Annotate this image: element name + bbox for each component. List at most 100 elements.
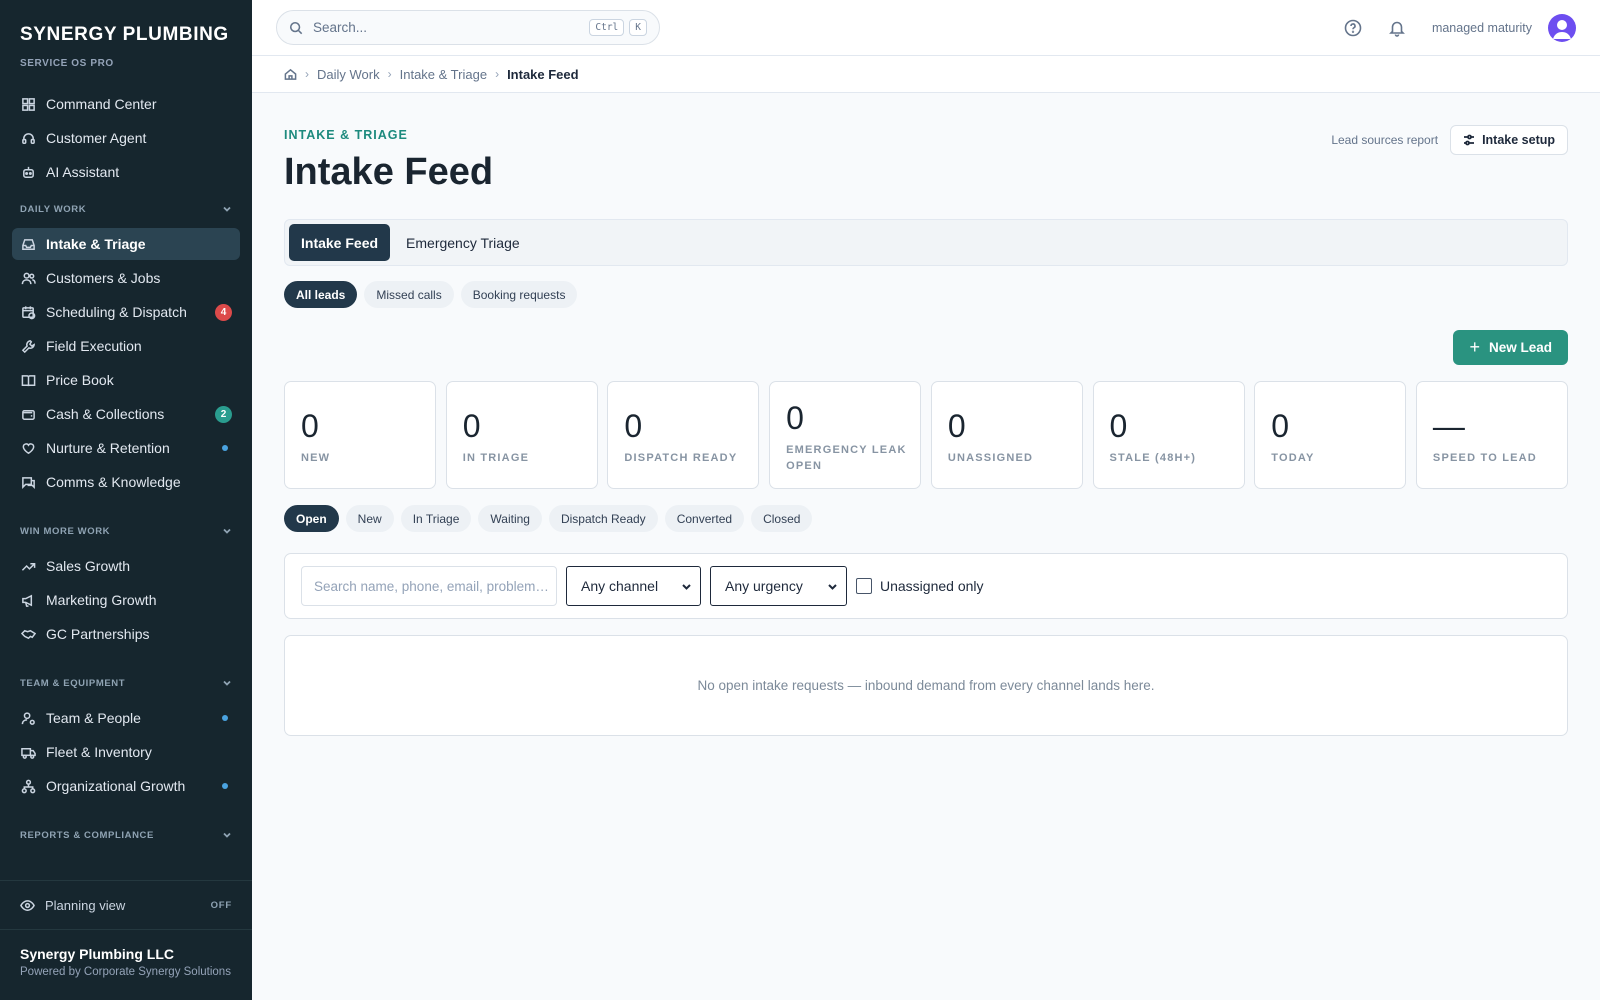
company-powered-by: Powered by Corporate Synergy Solutions <box>20 966 231 978</box>
status-dot <box>222 715 228 721</box>
grid-icon <box>20 96 36 112</box>
topbar-actions: managed maturity <box>1344 0 1576 56</box>
tab-intake-feed[interactable]: Intake Feed <box>289 224 391 261</box>
planning-view-state: OFF <box>210 899 232 911</box>
sidebar-item-label: Nurture & Retention <box>46 440 170 456</box>
breadcrumb-intake-triage[interactable]: Intake & Triage <box>400 67 487 82</box>
bell-icon[interactable] <box>1388 19 1406 37</box>
stat-card-unassigned[interactable]: 0 UNASSIGNED <box>930 381 1083 489</box>
org-chart-icon <box>20 778 36 794</box>
shortcut-key-ctrl: Ctrl <box>589 19 625 36</box>
headset-icon <box>20 130 36 146</box>
home-icon[interactable] <box>284 68 297 81</box>
sidebar-item-ai-assistant[interactable]: AI Assistant <box>12 156 240 188</box>
pill-converted[interactable]: Converted <box>664 505 745 532</box>
stat-card-emergency-leak-open[interactable]: 0 EMERGENCY LEAK OPEN <box>769 381 922 489</box>
sidebar-item-field-execution[interactable]: Field Execution <box>12 330 240 362</box>
channel-select[interactable]: Any channel <box>566 566 701 606</box>
sidebar-item-organizational-growth[interactable]: Organizational Growth <box>12 770 240 802</box>
breadcrumb-current: Intake Feed <box>507 66 579 82</box>
sidebar-item-cash-collections[interactable]: Cash & Collections 2 <box>12 398 240 430</box>
sidebar-item-customers-jobs[interactable]: Customers & Jobs <box>12 262 240 294</box>
sidebar-item-marketing-growth[interactable]: Marketing Growth <box>12 584 240 616</box>
stat-value: — <box>1432 408 1465 444</box>
section-win-more-work[interactable]: WIN MORE WORK <box>12 516 240 546</box>
robot-icon <box>20 164 36 180</box>
sidebar-item-label: Fleet & Inventory <box>46 744 152 760</box>
stat-value: 0 <box>624 408 643 444</box>
pill-missed-calls[interactable]: Missed calls <box>364 281 454 308</box>
sidebar-item-scheduling-dispatch[interactable]: Scheduling & Dispatch 4 <box>12 296 240 328</box>
global-search[interactable]: Search... Ctrl K <box>276 10 660 45</box>
stat-card-in-triage[interactable]: 0 IN TRIAGE <box>445 381 598 489</box>
search-input[interactable]: Search... <box>313 20 584 35</box>
avatar[interactable] <box>1548 14 1576 42</box>
status-dot <box>222 445 228 451</box>
section-reports-compliance[interactable]: REPORTS & COMPLIANCE <box>12 820 240 850</box>
section-daily-work[interactable]: DAILY WORK <box>12 194 240 224</box>
stat-label: EMERGENCY LEAK OPEN <box>786 444 907 472</box>
search-icon <box>289 21 303 34</box>
page-eyebrow: INTAKE & TRIAGE <box>284 128 408 142</box>
sidebar-item-comms-knowledge[interactable]: Comms & Knowledge <box>12 466 240 498</box>
book-icon <box>20 372 36 388</box>
breadcrumb-daily-work[interactable]: Daily Work <box>317 67 380 82</box>
stat-card-dispatch-ready[interactable]: 0 DISPATCH READY <box>607 381 760 489</box>
chevron-down-icon <box>828 583 837 590</box>
urgency-select[interactable]: Any urgency <box>710 566 847 606</box>
planning-view-toggle[interactable]: Planning view OFF <box>0 880 252 930</box>
stat-card-stale[interactable]: 0 STALE (48H+) <box>1092 381 1245 489</box>
lead-search-input[interactable]: Search name, phone, email, problem… <box>301 566 557 606</box>
sidebar-item-team-people[interactable]: Team & People <box>12 702 240 734</box>
trending-up-icon <box>20 558 36 574</box>
pill-open[interactable]: Open <box>284 505 339 532</box>
plus-icon: + <box>1469 337 1480 357</box>
help-icon[interactable] <box>1344 19 1362 37</box>
user-gear-icon <box>20 710 36 726</box>
brand: SYNERGY PLUMBING ... SERVICE OS PRO <box>0 0 252 69</box>
section-team-equipment[interactable]: TEAM & EQUIPMENT <box>12 668 240 698</box>
new-lead-button[interactable]: + New Lead <box>1453 330 1568 365</box>
unassigned-only-label[interactable]: Unassigned only <box>880 578 984 594</box>
section-label: REPORTS & COMPLIANCE <box>20 829 154 841</box>
pill-waiting[interactable]: Waiting <box>478 505 542 532</box>
stat-label: IN TRIAGE <box>462 452 530 464</box>
pill-dispatch-ready[interactable]: Dispatch Ready <box>548 505 658 532</box>
lead-sources-report-link[interactable]: Lead sources report <box>1331 133 1438 147</box>
sidebar-item-label: Customers & Jobs <box>46 270 161 286</box>
stat-card-speed-to-lead[interactable]: — SPEED TO LEAD <box>1415 381 1568 489</box>
sidebar-item-label: Customer Agent <box>46 130 147 146</box>
stat-card-today[interactable]: 0 TODAY <box>1254 381 1407 489</box>
stat-card-new[interactable]: 0 NEW <box>284 381 436 489</box>
tab-emergency-triage[interactable]: Emergency Triage <box>394 224 532 261</box>
inbox-icon <box>20 236 36 252</box>
sliders-icon <box>1464 134 1475 146</box>
stat-label: DISPATCH READY <box>624 452 738 464</box>
sidebar-item-fleet-inventory[interactable]: Fleet & Inventory <box>12 736 240 768</box>
pill-booking-requests[interactable]: Booking requests <box>460 281 578 308</box>
unassigned-only-checkbox[interactable] <box>856 578 872 594</box>
sidebar-item-sales-growth[interactable]: Sales Growth <box>12 550 240 582</box>
user-name[interactable]: managed maturity <box>1432 21 1532 35</box>
chat-icon <box>20 474 36 490</box>
sidebar-item-price-book[interactable]: Price Book <box>12 364 240 396</box>
stat-label: SPEED TO LEAD <box>1432 452 1537 464</box>
sidebar-item-customer-agent[interactable]: Customer Agent <box>12 122 240 154</box>
sidebar-item-label: AI Assistant <box>46 164 120 180</box>
stat-value: 0 <box>1109 408 1128 444</box>
sidebar-item-label: Team & People <box>46 710 141 726</box>
sidebar-item-label: Scheduling & Dispatch <box>46 304 187 320</box>
sidebar-item-gc-partnerships[interactable]: GC Partnerships <box>12 618 240 650</box>
sidebar-item-command-center[interactable]: Command Center <box>12 88 240 120</box>
pill-closed[interactable]: Closed <box>751 505 813 532</box>
chevron-down-icon <box>223 206 231 212</box>
sidebar-item-nurture-retention[interactable]: Nurture & Retention <box>12 432 240 464</box>
company-info: Synergy Plumbing LLC Powered by Corporat… <box>20 946 231 978</box>
pill-new[interactable]: New <box>345 505 394 532</box>
sidebar-item-intake-triage[interactable]: Intake & Triage <box>12 228 240 260</box>
pill-all-leads[interactable]: All leads <box>284 281 358 308</box>
brand-name[interactable]: SYNERGY PLUMBING ... <box>20 24 232 46</box>
pill-in-triage[interactable]: In Triage <box>400 505 472 532</box>
intake-setup-button[interactable]: Intake setup <box>1450 125 1568 155</box>
section-label: TEAM & EQUIPMENT <box>20 677 126 689</box>
